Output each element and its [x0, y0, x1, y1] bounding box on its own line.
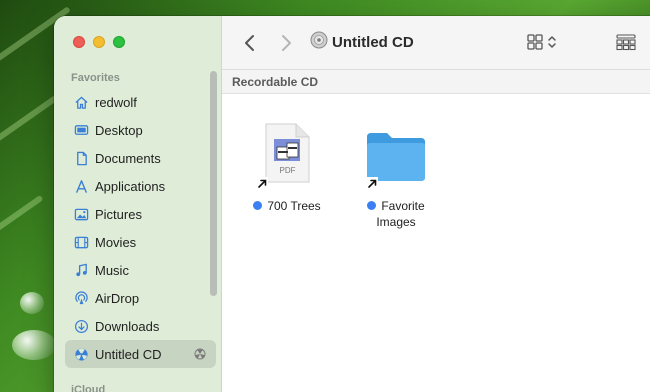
toolbar: Untitled CD: [222, 16, 650, 70]
sidebar-section-icloud: iCloud: [71, 384, 106, 392]
blue-tag-icon: [367, 201, 377, 210]
pdf-badge-text: PDF: [280, 166, 296, 175]
sidebar-item-label: Music: [95, 262, 129, 278]
file-item-favorite-images[interactable]: Favorite Images: [351, 126, 441, 230]
group-grid-icon[interactable]: [616, 33, 638, 56]
sidebar-item-applications[interactable]: Applications: [65, 172, 216, 200]
sidebar-item-redwolf[interactable]: redwolf: [65, 88, 216, 116]
file-name: 700 Trees: [267, 199, 321, 213]
window-title: Untitled CD: [310, 31, 414, 54]
sidebar-item-label: Desktop: [95, 122, 143, 138]
sidebar-list: redwolf Desktop Documents Applications P…: [65, 88, 216, 368]
sidebar-item-desktop[interactable]: Desktop: [65, 116, 216, 144]
burn-disc-icon: [73, 346, 89, 362]
minimize-button[interactable]: [93, 36, 105, 48]
sidebar-item-label: Pictures: [95, 206, 142, 222]
music-note-icon: [73, 262, 89, 278]
sidebar-item-music[interactable]: Music: [65, 256, 216, 284]
sidebar-item-label: Untitled CD: [95, 346, 162, 362]
sidebar-section-favorites: Favorites: [71, 72, 120, 84]
sidebar-item-label: Downloads: [95, 318, 160, 334]
sidebar: Favorites redwolf Desktop Documents Appl…: [54, 16, 222, 392]
window-title-text: Untitled CD: [332, 34, 414, 51]
sidebar-item-untitled-cd[interactable]: Untitled CD: [65, 340, 216, 368]
file-browser-content: PDF 700 Trees Favorite Images: [222, 94, 650, 392]
chevron-right-icon[interactable]: [278, 34, 294, 52]
file-name: Favorite Images: [376, 199, 425, 229]
sidebar-scrollbar[interactable]: [210, 71, 217, 296]
sidebar-item-documents[interactable]: Documents: [65, 144, 216, 172]
applications-icon: [73, 178, 89, 194]
sidebar-item-pictures[interactable]: Pictures: [65, 200, 216, 228]
traffic-lights: [73, 36, 125, 48]
path-bar: Recordable CD: [222, 70, 650, 94]
pdf-file-icon: PDF: [264, 123, 310, 188]
zoom-button[interactable]: [113, 36, 125, 48]
sidebar-item-label: Documents: [95, 150, 161, 166]
sidebar-item-downloads[interactable]: Downloads: [65, 312, 216, 340]
alias-arrow-icon: [256, 176, 268, 189]
chevron-left-icon[interactable]: [242, 34, 258, 52]
burn-icon[interactable]: [194, 348, 206, 360]
alias-arrow-icon: [366, 176, 378, 189]
film-icon: [73, 234, 89, 250]
sidebar-item-label: Applications: [95, 178, 166, 194]
sidebar-item-airdrop[interactable]: AirDrop: [65, 284, 216, 312]
file-label: 700 Trees: [242, 198, 332, 214]
file-item-700-trees[interactable]: PDF 700 Trees: [242, 123, 332, 214]
sidebar-item-label: Movies: [95, 234, 137, 250]
close-button[interactable]: [73, 36, 85, 48]
finder-window: Favorites redwolf Desktop Documents Appl…: [54, 16, 650, 392]
file-label: Favorite Images: [351, 198, 441, 230]
desktop-icon: [73, 122, 89, 138]
file-icon-wrap: [351, 126, 441, 189]
download-icon: [73, 318, 89, 334]
icon-grid-icon[interactable]: [527, 33, 563, 56]
water-drop: [12, 330, 56, 360]
cd-icon: [310, 31, 328, 54]
sidebar-item-label: AirDrop: [95, 290, 140, 306]
file-icon-wrap: PDF: [242, 123, 332, 189]
pictures-icon: [73, 206, 89, 222]
sidebar-item-movies[interactable]: Movies: [65, 228, 216, 256]
blue-tag-icon: [253, 201, 263, 210]
wallpaper-streak: [0, 194, 44, 252]
house-icon: [73, 94, 89, 110]
sidebar-item-label: redwolf: [95, 94, 137, 110]
water-drop: [20, 292, 44, 314]
document-icon: [73, 150, 89, 166]
airdrop-icon: [73, 290, 89, 306]
